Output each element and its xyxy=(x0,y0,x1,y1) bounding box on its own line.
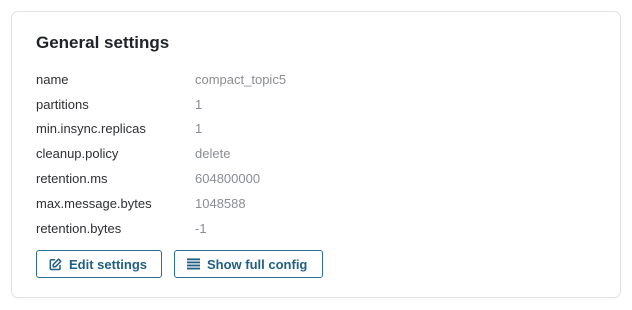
setting-row-retention-bytes: retention.bytes -1 xyxy=(36,216,286,241)
setting-value: -1 xyxy=(195,220,207,236)
card-title: General settings xyxy=(36,33,170,52)
setting-row-name: name compact_topic5 xyxy=(36,67,286,92)
setting-key: max.message.bytes xyxy=(36,195,152,211)
setting-key: cleanup.policy xyxy=(36,146,119,162)
setting-row-cleanup-policy: cleanup.policy delete xyxy=(36,141,286,166)
setting-key: retention.bytes xyxy=(36,220,122,236)
show-full-config-button[interactable]: Show full config xyxy=(174,250,323,278)
setting-key: min.insync.replicas xyxy=(36,121,146,137)
setting-row-partitions: partitions 1 xyxy=(36,92,286,117)
edit-settings-button[interactable]: Edit settings xyxy=(36,250,162,278)
list-icon xyxy=(187,258,200,271)
setting-value: delete xyxy=(195,146,231,162)
general-settings-card: General settings name compact_topic5 par… xyxy=(11,11,621,298)
setting-value: 604800000 xyxy=(195,171,261,187)
setting-key: partitions xyxy=(36,96,89,112)
card-actions: Edit settings Show full config xyxy=(36,250,323,278)
edit-icon xyxy=(49,257,62,271)
setting-row-retention-ms: retention.ms 604800000 xyxy=(36,166,286,191)
edit-settings-label: Edit settings xyxy=(69,256,148,272)
setting-key: name xyxy=(36,71,69,87)
show-full-config-label: Show full config xyxy=(207,256,308,272)
setting-value: 1 xyxy=(195,96,203,112)
setting-value: 1 xyxy=(195,121,203,137)
setting-row-max-message-bytes: max.message.bytes 1048588 xyxy=(36,191,286,216)
setting-key: retention.ms xyxy=(36,171,108,187)
setting-value: compact_topic5 xyxy=(195,71,287,87)
setting-row-min-insync-replicas: min.insync.replicas 1 xyxy=(36,117,286,142)
settings-list: name compact_topic5 partitions 1 min.ins… xyxy=(36,67,286,241)
setting-value: 1048588 xyxy=(195,195,246,211)
